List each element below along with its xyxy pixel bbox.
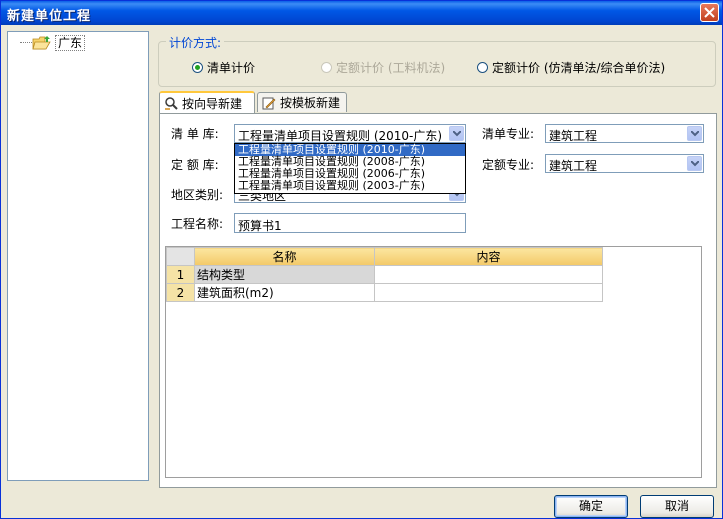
- tree-item-guangdong[interactable]: 广东: [55, 35, 86, 51]
- dialog-window: 新建单位工程 广东 计价方式: 清单计价 定额计价 (工料机法) 定额计价 (仿…: [0, 0, 723, 519]
- list-major-select[interactable]: 建筑工程: [545, 124, 704, 143]
- wizard-icon: [165, 97, 178, 110]
- radio-icon: [321, 62, 332, 73]
- list-library-select[interactable]: 工程量清单项目设置规则 (2010-广东): [234, 124, 466, 143]
- dropdown-option[interactable]: 工程量清单项目设置规则 (2003-广东): [235, 180, 465, 192]
- quota-major-select[interactable]: 建筑工程: [545, 154, 704, 173]
- chevron-down-icon[interactable]: [449, 126, 464, 141]
- radio-quota-composite[interactable]: 定额计价 (仿清单法/综合单价法): [477, 59, 665, 76]
- column-header-content[interactable]: 内容: [374, 247, 603, 266]
- list-library-label: 清 单 库:: [171, 127, 219, 141]
- project-name-value: 预算书1: [238, 219, 282, 233]
- radio-selected-icon: [192, 62, 203, 73]
- tab-label: 按模板新建: [280, 96, 341, 110]
- table-row[interactable]: 1 结构类型: [166, 265, 603, 284]
- region-label: 地区类别:: [171, 188, 224, 202]
- radio-list-pricing[interactable]: 清单计价: [192, 59, 255, 76]
- property-grid[interactable]: 名称 内容 1 结构类型 2 建筑面积(m2): [165, 246, 702, 478]
- quota-major-label: 定额专业:: [482, 158, 535, 172]
- chevron-down-icon[interactable]: [687, 156, 702, 171]
- tab-wizard[interactable]: 按向导新建: [159, 91, 255, 113]
- list-major-value: 建筑工程: [549, 129, 598, 143]
- project-name-label: 工程名称:: [171, 217, 224, 231]
- close-icon: [704, 7, 715, 18]
- window-title: 新建单位工程: [7, 9, 92, 24]
- chevron-down-icon[interactable]: [687, 126, 702, 141]
- radio-quota-labor[interactable]: 定额计价 (工料机法): [321, 59, 445, 76]
- list-major-label: 清单专业:: [482, 127, 535, 141]
- quota-library-label-text: 定 额 库:: [171, 158, 219, 172]
- table-header-row: 名称 内容: [166, 247, 603, 266]
- row-value-cell[interactable]: [374, 283, 603, 302]
- property-table: 名称 内容 1 结构类型 2 建筑面积(m2): [166, 247, 603, 302]
- title-bar[interactable]: 新建单位工程: [1, 1, 722, 25]
- folder-open-icon: [32, 36, 51, 50]
- column-header-name[interactable]: 名称: [194, 247, 375, 266]
- project-name-input[interactable]: 预算书1: [234, 213, 466, 233]
- row-number: 2: [166, 283, 195, 302]
- table-row[interactable]: 2 建筑面积(m2): [166, 283, 603, 302]
- template-icon: [262, 97, 276, 109]
- quota-major-value: 建筑工程: [549, 159, 598, 173]
- list-library-dropdown[interactable]: 工程量清单项目设置规则 (2010-广东) 工程量清单项目设置规则 (2008-…: [234, 143, 466, 194]
- radio-label: 清单计价: [207, 61, 256, 75]
- ok-button[interactable]: 确定: [554, 495, 628, 518]
- tab-template[interactable]: 按模板新建: [257, 92, 347, 112]
- row-value-cell[interactable]: [374, 265, 603, 284]
- radio-icon: [477, 62, 488, 73]
- row-name-cell[interactable]: 结构类型: [194, 265, 375, 284]
- list-library-value: 工程量清单项目设置规则 (2010-广东): [238, 129, 443, 143]
- row-number: 1: [166, 265, 195, 284]
- radio-label: 定额计价 (仿清单法/综合单价法): [492, 61, 666, 75]
- row-name-cell[interactable]: 建筑面积(m2): [194, 283, 375, 302]
- radio-label: 定额计价 (工料机法): [336, 61, 446, 75]
- cancel-button[interactable]: 取消: [640, 495, 714, 518]
- tab-label: 按向导新建: [182, 96, 243, 111]
- region-tree[interactable]: 广东: [7, 31, 149, 481]
- close-button[interactable]: [700, 3, 719, 22]
- grid-corner: [166, 247, 195, 266]
- pricing-method-title: 计价方式:: [166, 34, 225, 51]
